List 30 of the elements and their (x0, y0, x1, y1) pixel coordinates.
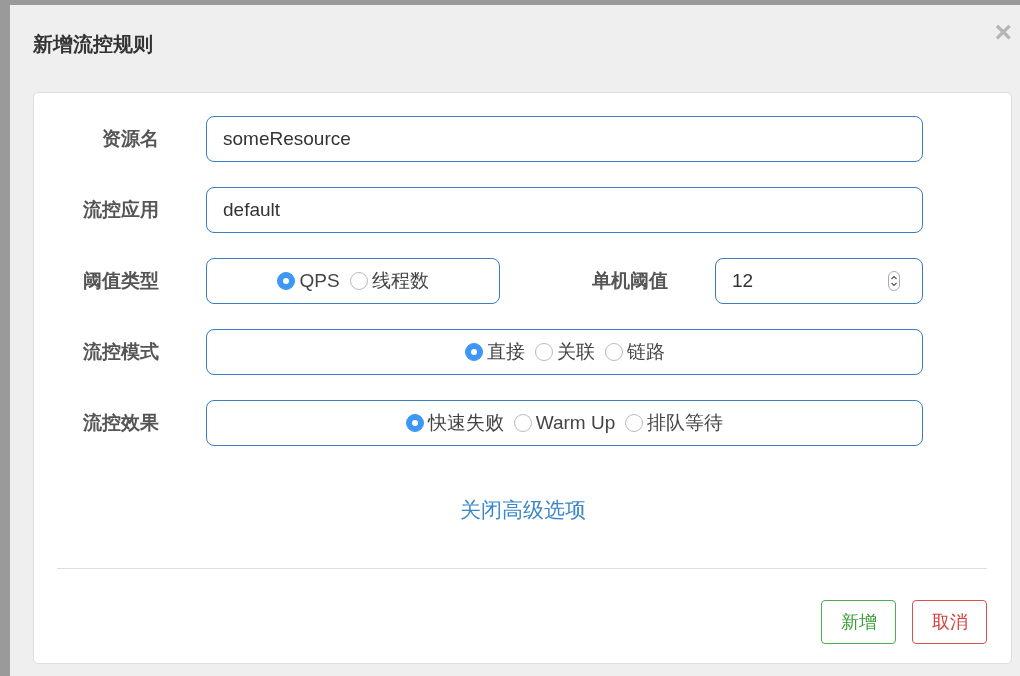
radio-option[interactable]: 直接 (464, 339, 525, 365)
radio-option[interactable]: QPS (277, 270, 340, 292)
radio-icon[interactable] (513, 414, 532, 432)
radio-option[interactable]: 快速失败 (405, 410, 504, 436)
field-label: 流控模式 (82, 340, 159, 364)
field-label: 单机阈值 (591, 269, 669, 293)
radio-option[interactable]: 关联 (534, 339, 595, 365)
radio-icon[interactable] (349, 272, 368, 290)
radio-option[interactable]: 链路 (604, 339, 665, 365)
field-label: 阈值类型 (82, 269, 159, 293)
field-label: 流控效果 (82, 411, 159, 435)
radio-option[interactable]: 排队等待 (625, 410, 724, 436)
spinner-icon[interactable] (888, 271, 900, 291)
radio-icon[interactable] (534, 343, 553, 361)
field-label: 流控应用 (82, 198, 159, 222)
dialog-title: 新增流控规则 (33, 32, 153, 57)
radio-icon[interactable] (277, 272, 296, 290)
input-field[interactable]: someResource (206, 116, 923, 162)
radio-icon[interactable] (625, 414, 644, 432)
field-label: 资源名 (101, 127, 159, 151)
add-button[interactable]: 新增 (821, 600, 896, 644)
number-field[interactable]: 12 (715, 258, 923, 304)
radio-option[interactable]: Warm Up (513, 412, 616, 434)
radio-icon[interactable] (464, 343, 483, 361)
radio-icon[interactable] (604, 343, 623, 361)
radio-option[interactable]: 线程数 (349, 268, 429, 294)
cancel-button[interactable]: 取消 (912, 600, 987, 644)
advanced-options-link[interactable]: 关闭高级选项 (459, 496, 586, 524)
radio-icon[interactable] (405, 414, 424, 432)
input-field[interactable]: default (206, 187, 923, 233)
